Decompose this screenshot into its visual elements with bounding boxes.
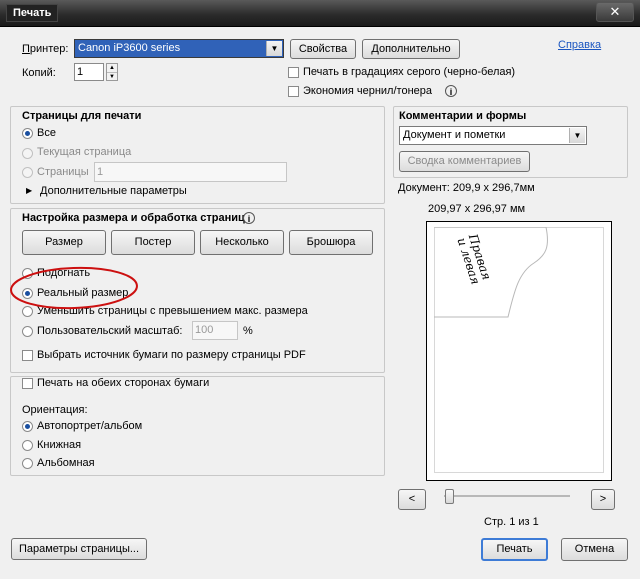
- expand-arrow-icon[interactable]: ▶: [26, 186, 32, 195]
- info-icon[interactable]: i: [445, 85, 457, 97]
- pages-all-label: Все: [37, 127, 56, 139]
- copies-label: Копий:: [22, 67, 56, 79]
- printer-select[interactable]: Canon iP3600 series ▼: [74, 39, 284, 58]
- stepper-down-icon[interactable]: ▼: [107, 73, 117, 81]
- auto-orientation-radio[interactable]: [22, 421, 33, 432]
- auto-orientation-label: Автопортрет/альбом: [37, 420, 143, 432]
- page-preview: Правая и левая: [426, 221, 612, 481]
- sizing-heading: Настройка размера и обработка страниц: [22, 212, 245, 224]
- pages-current-radio[interactable]: [22, 148, 33, 159]
- print-dialog: Печать ✕ Принтер: Canon iP3600 series ▼ …: [0, 0, 640, 579]
- pages-all-radio[interactable]: [22, 128, 33, 139]
- page-slider-thumb[interactable]: [445, 489, 454, 504]
- grayscale-checkbox[interactable]: [288, 67, 299, 78]
- annotation-ellipse: [10, 266, 138, 310]
- more-options-link[interactable]: Дополнительные параметры: [40, 185, 187, 197]
- comments-select-value: Документ и пометки: [403, 129, 506, 141]
- prev-page-button[interactable]: <: [398, 489, 426, 510]
- page-counter: Стр. 1 из 1: [484, 516, 539, 528]
- save-ink-checkbox[interactable]: [288, 86, 299, 97]
- pages-range-label: Страницы: [37, 166, 89, 178]
- next-page-button[interactable]: >: [591, 489, 615, 510]
- paper-source-label: Выбрать источник бумаги по размеру стран…: [37, 349, 306, 361]
- page-setup-button[interactable]: Параметры страницы...: [11, 538, 147, 560]
- page-slider-track[interactable]: [444, 495, 570, 497]
- printer-label: Принтер:: [22, 43, 69, 55]
- size-button[interactable]: Размер: [22, 230, 106, 255]
- grayscale-label: Печать в градациях серого (черно-белая): [303, 66, 516, 78]
- save-ink-label: Экономия чернил/тонера: [303, 85, 432, 97]
- stepper-up-icon[interactable]: ▲: [107, 64, 117, 73]
- custom-scale-radio[interactable]: [22, 326, 33, 337]
- portrait-radio[interactable]: [22, 440, 33, 451]
- copies-stepper[interactable]: ▲ ▼: [106, 63, 118, 81]
- help-link[interactable]: Справка: [558, 39, 601, 51]
- booklet-button[interactable]: Брошюра: [289, 230, 373, 255]
- scale-field[interactable]: 100: [192, 321, 238, 340]
- pages-current-label: Текущая страница: [37, 146, 132, 158]
- chevron-down-icon: ▼: [569, 128, 585, 143]
- duplex-checkbox[interactable]: [22, 378, 33, 389]
- custom-scale-label: Пользовательский масштаб:: [37, 325, 183, 337]
- close-button[interactable]: ✕: [596, 2, 634, 22]
- orientation-label: Ориентация:: [22, 404, 88, 416]
- percent-label: %: [243, 325, 253, 337]
- properties-button[interactable]: Свойства: [290, 39, 356, 59]
- printer-select-value: Canon iP3600 series: [78, 42, 181, 54]
- pages-range-field[interactable]: 1: [94, 162, 287, 182]
- portrait-label: Книжная: [37, 439, 82, 451]
- sizing-info-icon[interactable]: i: [243, 212, 255, 224]
- duplex-label: Печать на обеих сторонах бумаги: [37, 377, 210, 389]
- comments-heading: Комментарии и формы: [399, 110, 527, 122]
- poster-button[interactable]: Постер: [111, 230, 195, 255]
- pages-heading: Страницы для печати: [22, 110, 142, 122]
- window-title: Печать: [6, 4, 59, 22]
- pages-range-radio[interactable]: [22, 167, 33, 178]
- paper-source-checkbox[interactable]: [22, 350, 33, 361]
- summarize-comments-button[interactable]: Сводка комментариев: [399, 151, 530, 172]
- multiple-button[interactable]: Несколько: [200, 230, 284, 255]
- cancel-button[interactable]: Отмена: [561, 538, 628, 561]
- copies-field[interactable]: 1: [74, 63, 104, 81]
- print-button[interactable]: Печать: [481, 538, 548, 561]
- advanced-button[interactable]: Дополнительно: [362, 39, 460, 59]
- title-bar: Печать ✕: [0, 0, 640, 27]
- comments-select[interactable]: Документ и пометки ▼: [399, 126, 587, 145]
- landscape-label: Альбомная: [37, 457, 95, 469]
- landscape-radio[interactable]: [22, 458, 33, 469]
- paper-size: 209,97 x 296,97 мм: [428, 203, 526, 215]
- document-size: Документ: 209,9 x 296,7мм: [398, 182, 535, 194]
- chevron-down-icon: ▼: [266, 41, 282, 56]
